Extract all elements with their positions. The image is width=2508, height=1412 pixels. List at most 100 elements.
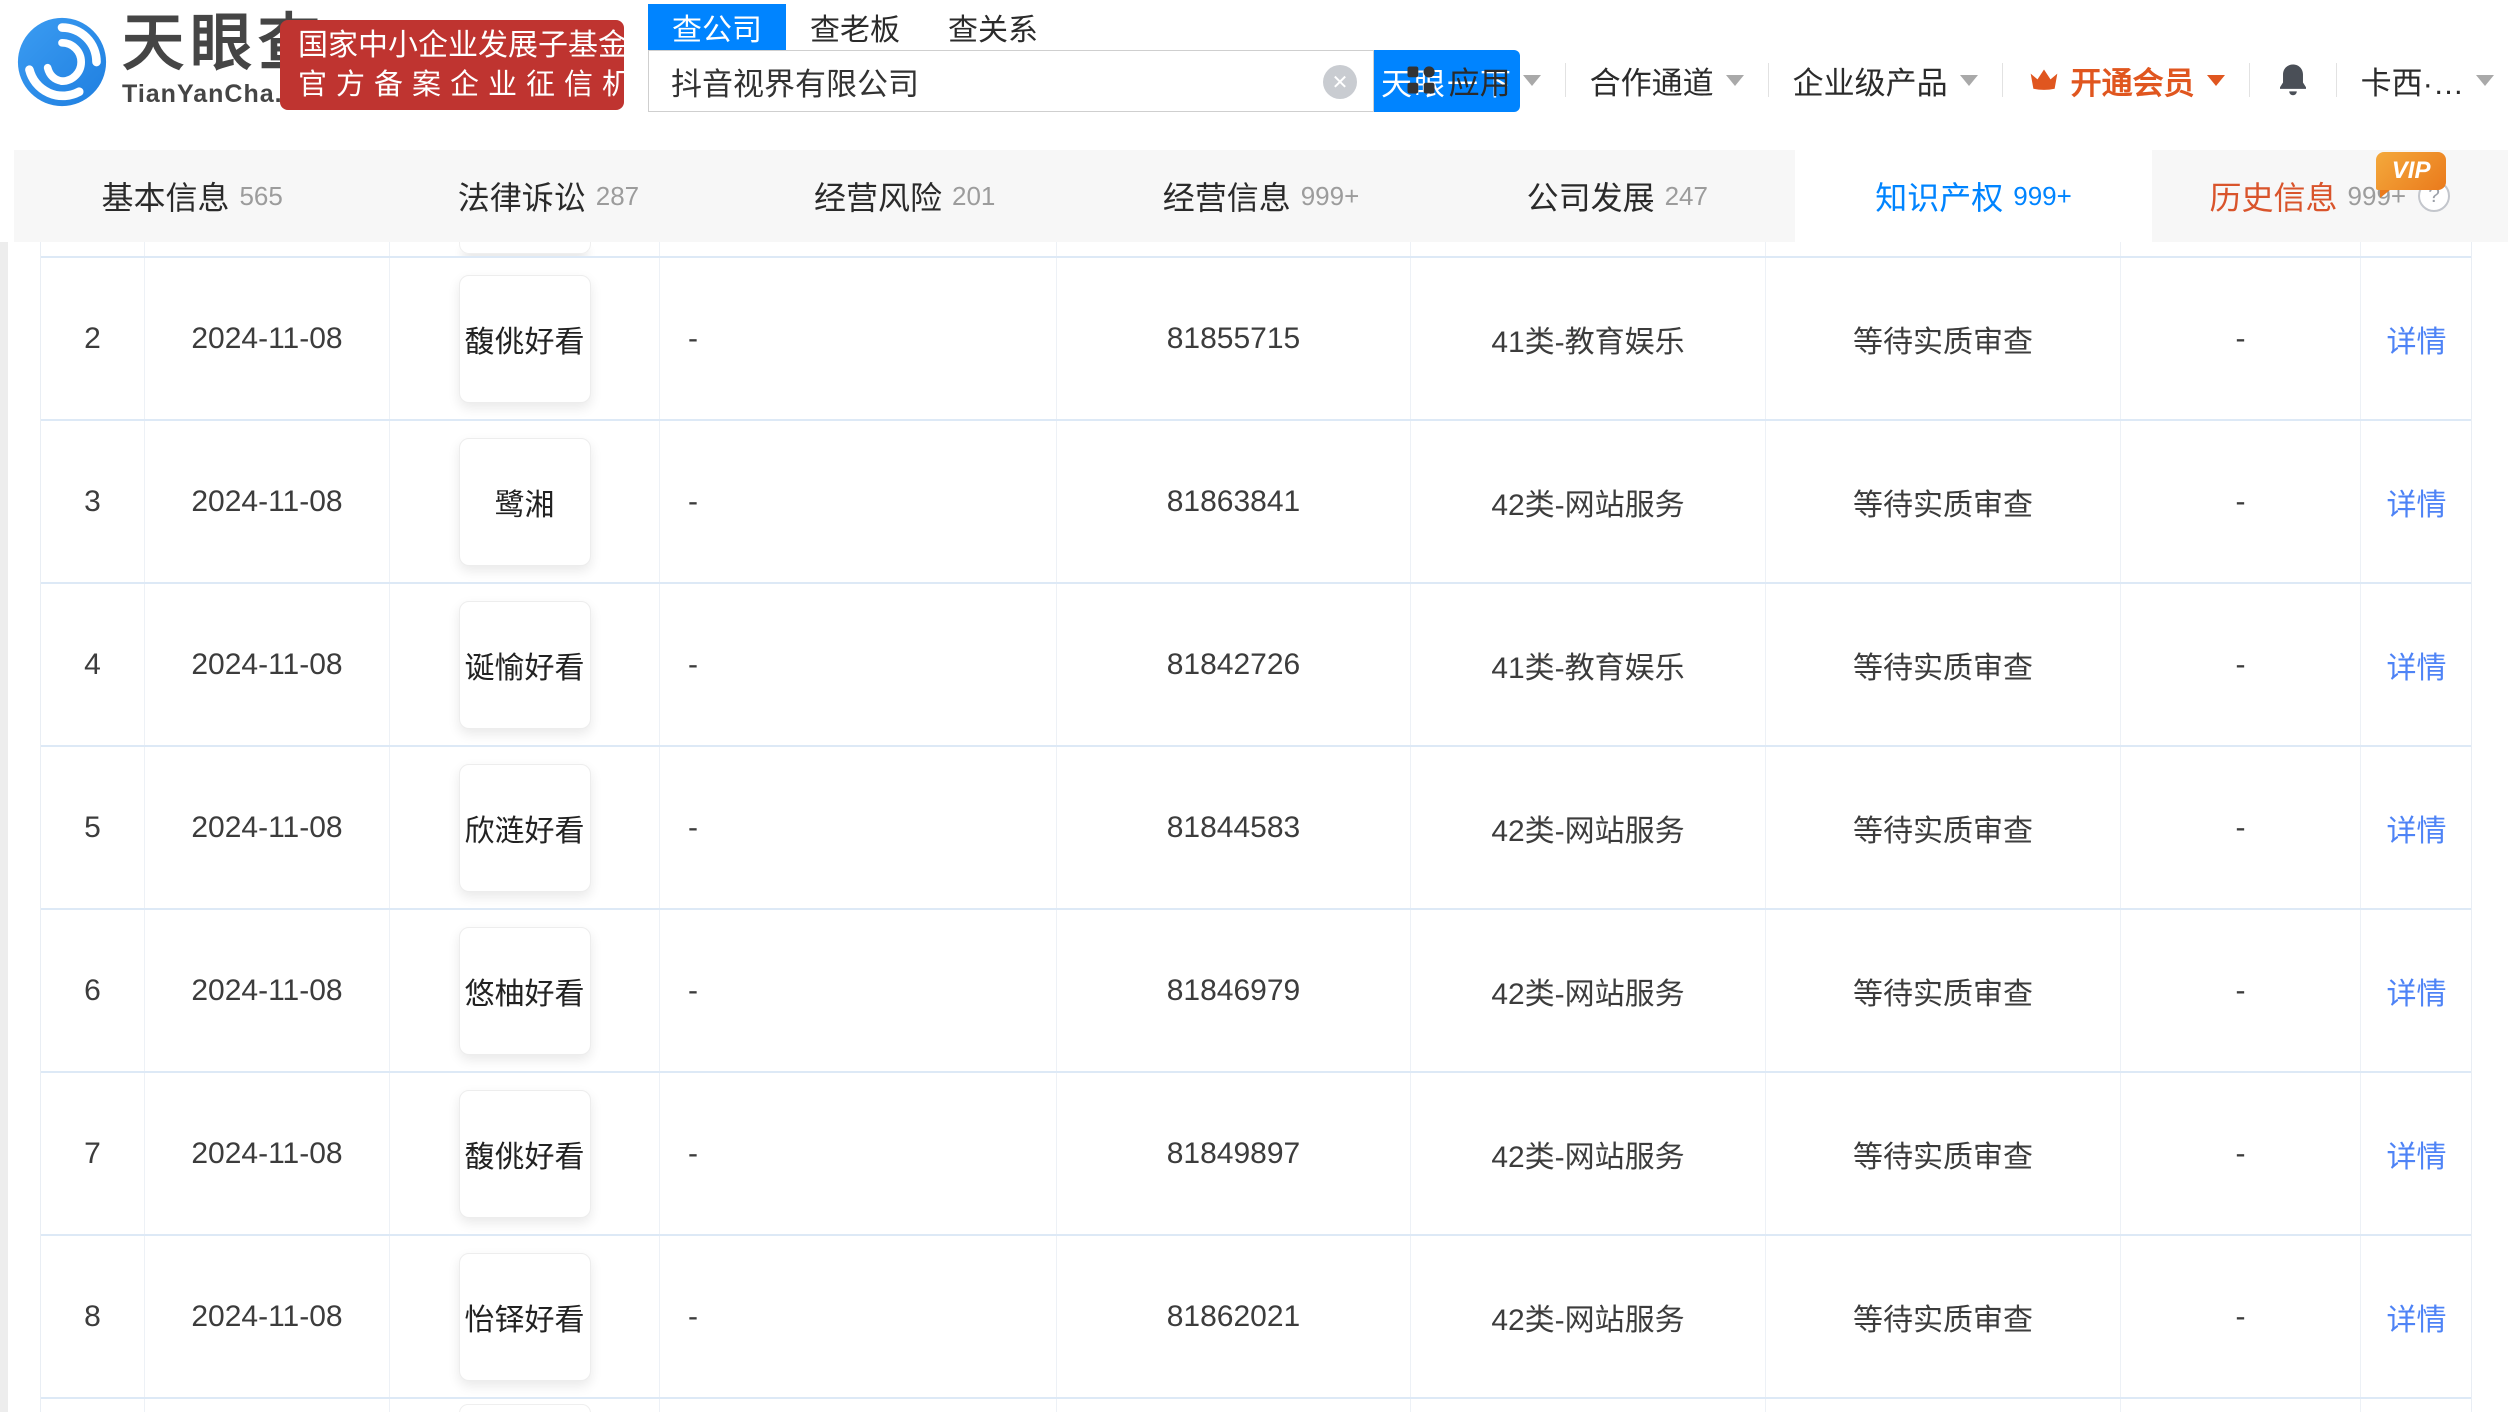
tab-operation-risk[interactable]: 经营风险 201 bbox=[727, 150, 1083, 242]
cell-mark-name: - bbox=[660, 1236, 1057, 1397]
trademark-image[interactable]: 怡铎好看 bbox=[458, 1252, 591, 1381]
cell-apply-date: 2024-11-08 bbox=[145, 747, 390, 908]
trademark-image[interactable]: 悠柚好看 bbox=[458, 926, 591, 1055]
cell-index: 6 bbox=[41, 910, 145, 1071]
tab-label: 经营信息 bbox=[1162, 180, 1291, 216]
detail-link[interactable]: 详情 bbox=[2387, 643, 2447, 687]
certification-line1: 国家中小企业发展子基金旗下 bbox=[298, 29, 688, 62]
cell-extra: - bbox=[2121, 1073, 2361, 1234]
cell-mark-name: - bbox=[660, 910, 1057, 1071]
certification-badge: 国家中小企业发展子基金旗下 官方备案企业征信机构 bbox=[280, 20, 688, 110]
tab-company-development[interactable]: 公司发展 247 bbox=[1439, 150, 1795, 242]
trademark-image[interactable]: 馥佻好看 bbox=[458, 274, 591, 403]
tab-business-info[interactable]: 经营信息 999+ bbox=[1083, 150, 1439, 242]
table-row: 3 2024-11-08 鹭湘 - 81863841 42类-网站服务 等待实质… bbox=[41, 421, 2471, 584]
search-tab-company[interactable]: 查公司 bbox=[648, 4, 786, 50]
table-row: 8 2024-11-08 怡铎好看 - 81862021 42类-网站服务 等待… bbox=[41, 1236, 2471, 1399]
cell-reg-number: 81849897 bbox=[1057, 1073, 1411, 1234]
tab-label: 知识产权 bbox=[1875, 180, 2004, 216]
cell-apply-date: 2024-11-08 bbox=[145, 584, 390, 745]
cell-intl-class: 41类-教育娱乐 bbox=[1411, 584, 1766, 745]
certification-line2: 官方备案企业征信机构 bbox=[298, 69, 679, 101]
tab-count: 999+ bbox=[1300, 180, 1360, 211]
detail-link[interactable]: 详情 bbox=[2387, 1132, 2447, 1176]
trademark-image[interactable]: 诞愉好看 bbox=[458, 600, 591, 729]
cell-index: 4 bbox=[41, 584, 145, 745]
cell-status: 等待实质审查 bbox=[1766, 910, 2121, 1071]
chevron-down-icon bbox=[1725, 74, 1744, 86]
chevron-down-icon bbox=[2476, 74, 2494, 86]
cell-extra: - bbox=[2121, 910, 2361, 1071]
cell-index: 3 bbox=[41, 421, 145, 582]
table-row: 4 2024-11-08 诞愉好看 - 81842726 41类-教育娱乐 等待… bbox=[41, 584, 2471, 747]
cell-extra: - bbox=[2121, 421, 2361, 582]
cell-mark-name: - bbox=[660, 1073, 1057, 1234]
cell-extra: - bbox=[2121, 258, 2361, 419]
nav-partner-channel[interactable]: 合作通道 bbox=[1590, 58, 1744, 103]
chevron-down-icon bbox=[1959, 74, 1978, 86]
tab-count: 247 bbox=[1664, 180, 1708, 211]
cell-intl-class: 42类-网站服务 bbox=[1411, 421, 1766, 582]
detail-link[interactable]: 详情 bbox=[2387, 1295, 2447, 1339]
cell-reg-number: 81862021 bbox=[1057, 1236, 1411, 1397]
table-row: 5 2024-11-08 欣涟好看 - 81844583 42类-网站服务 等待… bbox=[41, 747, 2471, 910]
nav-separator bbox=[2248, 63, 2250, 97]
cell-extra: - bbox=[2121, 1236, 2361, 1397]
cell-mark-name: - bbox=[660, 421, 1057, 582]
page-header: 天眼查 TianYanCha.com 国家中小企业发展子基金旗下 官方备案企业征… bbox=[0, 0, 2508, 150]
cell-status: 等待实质审查 bbox=[1766, 421, 2121, 582]
notification-bell-icon[interactable] bbox=[2274, 61, 2312, 99]
page-edge-strip bbox=[0, 242, 8, 1412]
cell-index: 2 bbox=[41, 258, 145, 419]
tab-basic-info[interactable]: 基本信息 565 bbox=[14, 150, 370, 242]
nav-enterprise-products[interactable]: 企业级产品 bbox=[1793, 58, 1978, 103]
nav-open-vip[interactable]: 开通会员 bbox=[2027, 58, 2225, 103]
nav-vip-label: 开通会员 bbox=[2070, 65, 2195, 101]
table-row-partial-bottom bbox=[41, 1399, 2471, 1412]
cell-extra: - bbox=[2121, 747, 2361, 908]
nav-separator bbox=[2335, 63, 2337, 97]
cell-intl-class: 42类-网站服务 bbox=[1411, 1073, 1766, 1234]
username: 卡西·… bbox=[2360, 65, 2464, 101]
cell-reg-number: 81846979 bbox=[1057, 910, 1411, 1071]
cell-intl-class: 42类-网站服务 bbox=[1411, 1236, 1766, 1397]
tab-history-info[interactable]: VIP 历史信息 999+ ? bbox=[2152, 150, 2508, 242]
nav-separator bbox=[1767, 63, 1769, 97]
search-input[interactable] bbox=[649, 51, 1373, 111]
clear-search-icon[interactable]: ✕ bbox=[1323, 65, 1357, 99]
trademark-image[interactable]: 馥佻好看 bbox=[458, 1089, 591, 1218]
top-navigation: 应用 合作通道 企业级产品 开通会员 卡西·… bbox=[1403, 52, 2494, 108]
grid-apps-icon bbox=[1403, 62, 1439, 98]
cell-mark-name: - bbox=[660, 584, 1057, 745]
cell-intl-class: 41类-教育娱乐 bbox=[1411, 258, 1766, 419]
trademark-image[interactable]: 鹭湘 bbox=[458, 437, 591, 566]
tab-legal-proceedings[interactable]: 法律诉讼 287 bbox=[370, 150, 726, 242]
cell-reg-number: 81844583 bbox=[1057, 747, 1411, 908]
detail-link[interactable]: 详情 bbox=[2387, 806, 2447, 850]
tab-count: 999+ bbox=[2013, 180, 2072, 211]
tab-label: 公司发展 bbox=[1526, 180, 1655, 216]
search-box: ✕ 天眼一下 bbox=[648, 50, 1520, 112]
table-row-partial-top bbox=[41, 242, 2471, 258]
table-row: 2 2024-11-08 馥佻好看 - 81855715 41类-教育娱乐 等待… bbox=[41, 258, 2471, 421]
nav-apps[interactable]: 应用 bbox=[1403, 58, 1541, 103]
detail-link[interactable]: 详情 bbox=[2387, 969, 2447, 1013]
trademark-card-fragment bbox=[458, 242, 591, 254]
nav-enterprise-label: 企业级产品 bbox=[1792, 65, 1948, 101]
cell-apply-date: 2024-11-08 bbox=[145, 910, 390, 1071]
search-tab-relation[interactable]: 查关系 bbox=[924, 4, 1062, 50]
detail-link[interactable]: 详情 bbox=[2387, 317, 2447, 361]
nav-user-account[interactable]: 卡西·… bbox=[2361, 58, 2494, 103]
cell-intl-class: 42类-网站服务 bbox=[1411, 747, 1766, 908]
detail-link[interactable]: 详情 bbox=[2387, 480, 2447, 524]
vip-badge: VIP bbox=[2376, 152, 2447, 198]
tab-intellectual-property[interactable]: 知识产权 999+ bbox=[1795, 150, 2152, 242]
cell-apply-date: 2024-11-08 bbox=[145, 1236, 390, 1397]
trademark-image[interactable]: 欣涟好看 bbox=[458, 763, 591, 892]
trademark-card-fragment bbox=[458, 1404, 591, 1412]
cell-apply-date: 2024-11-08 bbox=[145, 1073, 390, 1234]
cell-extra: - bbox=[2121, 584, 2361, 745]
table-row: 7 2024-11-08 馥佻好看 - 81849897 42类-网站服务 等待… bbox=[41, 1073, 2471, 1236]
cell-reg-number: 81855715 bbox=[1057, 258, 1411, 419]
search-tab-boss[interactable]: 查老板 bbox=[786, 4, 924, 50]
